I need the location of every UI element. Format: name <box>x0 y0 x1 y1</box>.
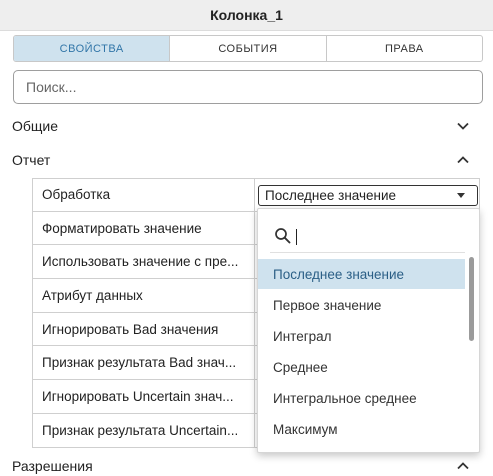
section-report-label: Отчет <box>12 152 51 168</box>
caret-down-icon[interactable] <box>457 193 465 198</box>
dropdown-option[interactable]: Последнее значение <box>258 259 465 289</box>
section-report[interactable]: Отчет <box>0 149 493 171</box>
dropdown-option[interactable]: Интегральное среднее <box>258 383 465 413</box>
processing-select[interactable]: Последнее значение <box>258 185 478 206</box>
property-name: Признак результата Bad знач... <box>33 346 255 380</box>
processing-dropdown: Последнее значение Первое значение Интег… <box>257 208 480 453</box>
dropdown-search-field[interactable] <box>270 221 465 253</box>
chevron-up-icon[interactable] <box>456 153 470 167</box>
section-permissions-label: Разрешения <box>12 458 93 474</box>
chevron-up-icon[interactable] <box>456 459 470 473</box>
tab-bar: СВОЙСТВА СОБЫТИЯ ПРАВА <box>13 35 483 62</box>
text-cursor <box>296 229 297 245</box>
tab-properties[interactable]: СВОЙСТВА <box>14 36 171 61</box>
tab-permissions[interactable]: ПРАВА <box>327 36 482 61</box>
search-input[interactable] <box>13 70 483 104</box>
property-name: Обработка <box>33 179 255 211</box>
property-name: Форматировать значение <box>33 211 255 245</box>
property-name: Атрибут данных <box>33 279 255 312</box>
section-general[interactable]: Общие <box>0 115 493 137</box>
property-name: Игнорировать Bad значения <box>33 312 255 346</box>
dropdown-option[interactable]: Максимум <box>258 414 465 444</box>
dropdown-option[interactable]: Интеграл <box>258 321 465 351</box>
panel-title: Колонка_1 <box>0 0 493 31</box>
property-name: Использовать значение с пре... <box>33 245 255 279</box>
section-permissions[interactable]: Разрешения <box>0 455 493 476</box>
search-icon <box>275 228 291 244</box>
tab-events[interactable]: СОБЫТИЯ <box>170 36 327 61</box>
dropdown-option[interactable]: Среднее <box>258 352 465 382</box>
property-name: Игнорировать Uncertain знач... <box>33 380 255 413</box>
dropdown-scrollbar[interactable] <box>469 257 474 341</box>
chevron-down-icon[interactable] <box>456 119 470 133</box>
section-general-label: Общие <box>12 118 59 134</box>
dropdown-option[interactable]: Первое значение <box>258 290 465 320</box>
processing-select-value: Последнее значение <box>265 188 397 203</box>
property-name: Признак результата Uncertain... <box>33 413 255 447</box>
